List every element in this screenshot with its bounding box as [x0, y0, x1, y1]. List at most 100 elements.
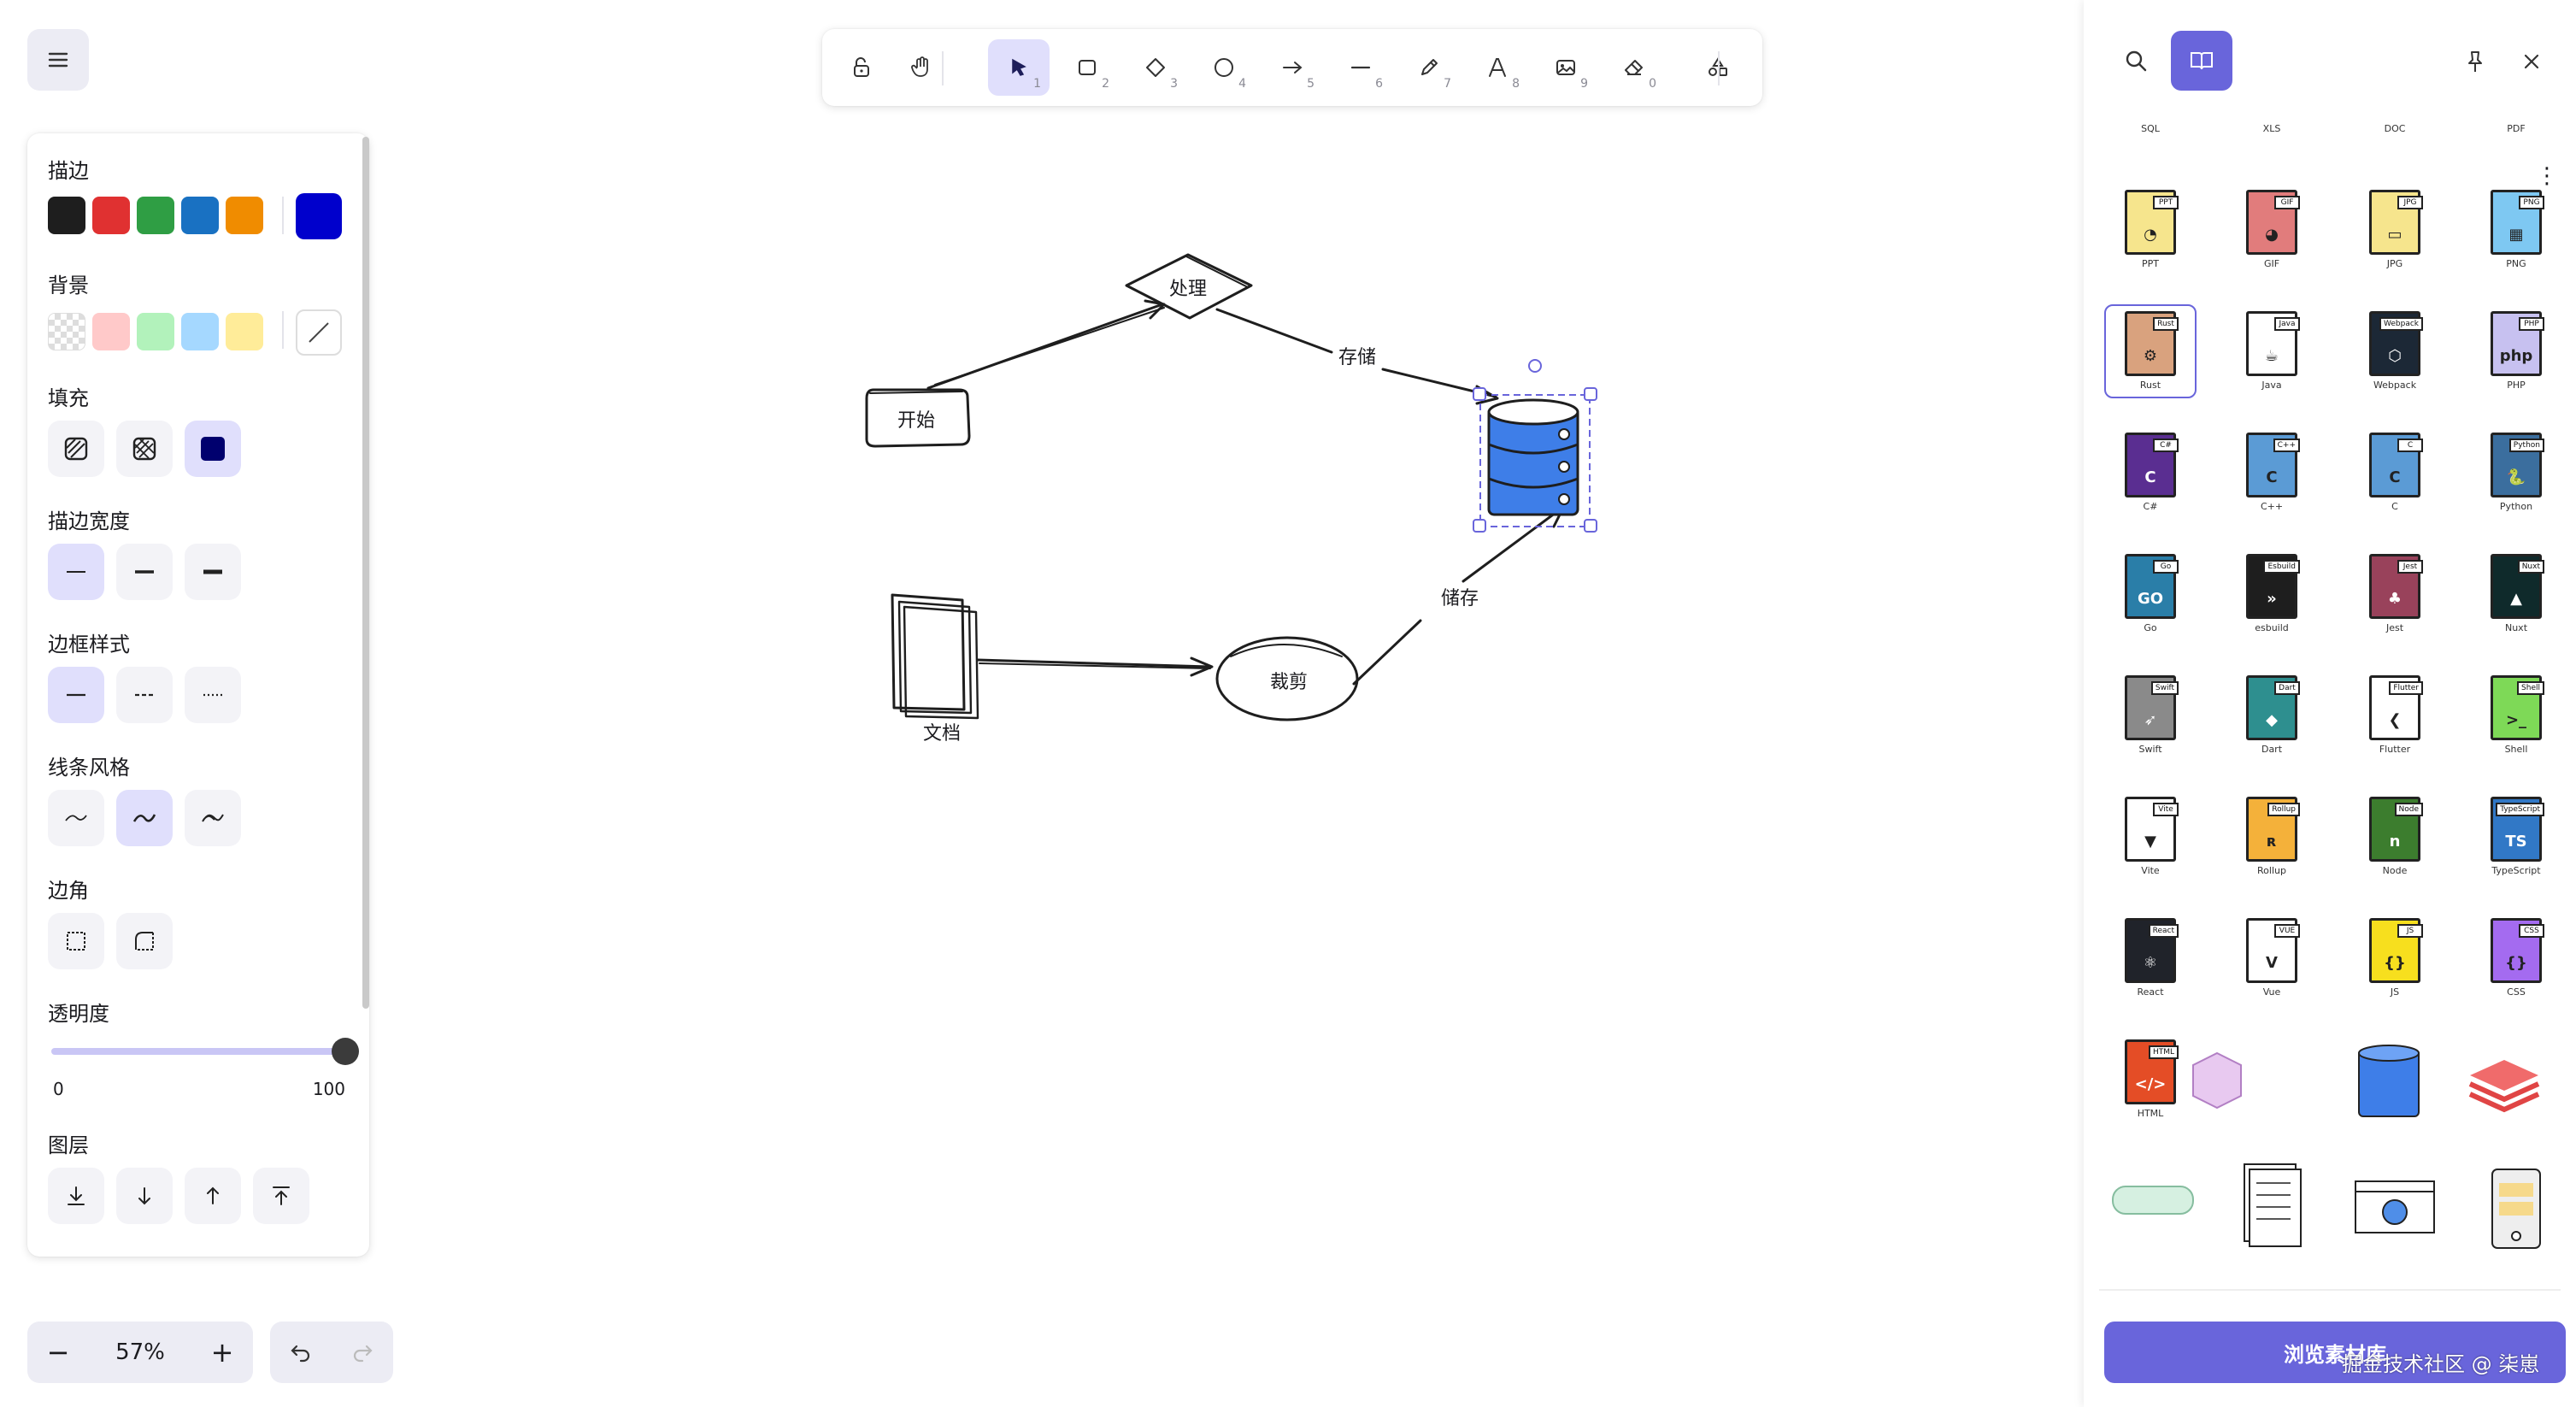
library-item[interactable]: Webpack ⬡ Webpack [2354, 311, 2436, 391]
file-type-glyph: C [2144, 468, 2156, 486]
library-book-button[interactable] [2171, 31, 2232, 91]
library-item[interactable]: PHP php PHP [2475, 311, 2557, 391]
library-item[interactable]: Swift ➶ Swift [2109, 675, 2191, 756]
library-item[interactable]: JPG ▭ JPG [2354, 190, 2436, 270]
library-item[interactable]: React ⚛ React [2109, 918, 2191, 998]
file-type-glyph: >_ [2505, 711, 2527, 729]
hexagon-item [2192, 1051, 2242, 1110]
library-item[interactable]: GIF ◕ GIF [2231, 190, 2313, 270]
start-node-label: 开始 [897, 410, 936, 432]
document-stack-icon [2244, 1163, 2302, 1247]
library-item[interactable]: Python 🐍 Python [2475, 433, 2557, 513]
crop-store-arrow-label: 储存 [1441, 583, 1479, 610]
library-item-label: PHP [2507, 380, 2526, 391]
library-item[interactable]: Java ☕ Java [2231, 311, 2313, 391]
library-item[interactable]: Rust ⚙ Rust [2104, 304, 2197, 398]
library-item-label: DOC [2384, 123, 2406, 134]
zoom-in-button[interactable]: + [191, 1322, 253, 1383]
file-type-glyph: 🐍 [2506, 468, 2526, 486]
library-item-label: PDF [2507, 123, 2526, 134]
file-type-glyph: ʀ [2267, 833, 2277, 851]
zoom-controls: − 57% + [27, 1322, 253, 1383]
file-type-tag: C [2397, 439, 2423, 452]
library-item[interactable]: Vite ▼ Vite [2109, 797, 2191, 877]
file-type-icon: Node n [2369, 797, 2423, 862]
file-type-glyph: ❮ [2388, 711, 2402, 729]
file-type-icon: Rollup ʀ [2246, 797, 2300, 862]
file-type-glyph: php [2499, 347, 2533, 365]
library-item[interactable]: C# C C# [2109, 433, 2191, 513]
library-item[interactable]: Flutter ❮ Flutter [2354, 675, 2436, 756]
file-type-icon: Vite ▼ [2125, 797, 2179, 862]
library-item[interactable]: CSS {} CSS [2475, 918, 2557, 998]
file-type-tag: VUE [2274, 924, 2300, 938]
library-item[interactable]: PPT ◔ PPT [2109, 190, 2191, 270]
library-search-button[interactable] [2106, 31, 2166, 91]
library-item[interactable]: Nuxt ▲ Nuxt [2475, 554, 2557, 634]
library-item[interactable]: Jest ♣ Jest [2354, 554, 2436, 634]
search-icon [2126, 50, 2147, 72]
watermark-text: 掘金技术社区 @ 柒崽 [2342, 1352, 2540, 1376]
library-item[interactable]: Go GO Go [2109, 554, 2191, 634]
file-type-icon: CC [2369, 433, 2423, 497]
file-type-glyph: ◔ [2144, 226, 2157, 244]
library-item[interactable]: XLS [2231, 120, 2313, 135]
library-item-label: JPG [2386, 258, 2403, 269]
library-item[interactable]: Node n Node [2354, 797, 2436, 877]
library-item-label: Swift [2138, 744, 2162, 755]
file-type-glyph: ➶ [2144, 711, 2157, 729]
file-type-tag: Jest [2397, 560, 2423, 574]
library-item-label: PNG [2506, 258, 2526, 269]
file-type-icon: JS {} [2369, 918, 2423, 983]
library-item[interactable]: Dart ◆ Dart [2231, 675, 2313, 756]
file-type-icon: PPT ◔ [2125, 190, 2179, 255]
library-item[interactable]: Rollup ʀ Rollup [2231, 797, 2313, 877]
library-item[interactable]: C++ C C++ [2231, 433, 2313, 513]
more-options-button[interactable]: ⋮ [2530, 159, 2564, 193]
file-type-icon: C++ C [2246, 433, 2300, 497]
file-type-glyph: ♣ [2387, 590, 2403, 608]
pin-icon [2468, 51, 2482, 72]
history-controls [270, 1322, 393, 1383]
drawing-canvas[interactable] [0, 0, 2085, 1407]
library-item-label: Python [2499, 501, 2533, 512]
file-type-tag: C++ [2273, 439, 2300, 452]
library-item-label: Shell [2504, 744, 2528, 755]
layers-item [2468, 1060, 2540, 1113]
file-type-glyph: C [2266, 468, 2278, 486]
redo-icon [353, 1345, 373, 1363]
library-item[interactable]: TypeScript TS TypeScript [2475, 797, 2557, 877]
library-item[interactable]: SQL [2109, 120, 2191, 135]
library-item[interactable]: Esbuild » esbuild [2231, 554, 2313, 634]
file-type-glyph: V [2266, 954, 2278, 972]
file-type-glyph: TS [2505, 833, 2527, 851]
close-icon [2524, 54, 2539, 69]
file-type-glyph: ▦ [2508, 226, 2524, 244]
file-type-glyph: {} [2505, 954, 2527, 972]
file-type-glyph: ◕ [2265, 226, 2279, 244]
zoom-level[interactable]: 57% [89, 1322, 191, 1383]
file-type-icon: TypeScript TS [2491, 797, 2544, 862]
file-type-tag: Vite [2153, 803, 2179, 816]
pin-button[interactable] [2451, 38, 2499, 85]
close-library-button[interactable] [2508, 38, 2555, 85]
library-item[interactable]: Shell >_ Shell [2475, 675, 2557, 756]
library-item[interactable]: VUE V Vue [2231, 918, 2313, 998]
library-item[interactable]: PDF [2475, 120, 2557, 135]
library-item[interactable]: DOC [2354, 120, 2436, 135]
library-item-label: C++ [2260, 501, 2284, 512]
library-item[interactable]: JS {} JS [2354, 918, 2436, 998]
library-item[interactable]: CCC [2354, 433, 2436, 513]
zoom-out-button[interactable]: − [27, 1322, 89, 1383]
undo-icon [291, 1345, 310, 1363]
library-shapes-row-2 [2112, 1163, 2541, 1249]
undo-button[interactable] [270, 1322, 332, 1383]
browser-window-icon [2355, 1180, 2435, 1233]
library-item[interactable]: PNG ▦ PNG [2475, 190, 2557, 270]
library-item-label: Jest [2385, 622, 2404, 633]
file-type-tag: React [2148, 924, 2179, 938]
library-item-label: Go [2144, 622, 2157, 633]
file-type-tag: Flutter [2389, 681, 2423, 695]
file-type-tag: Webpack [2379, 317, 2423, 331]
redo-button[interactable] [332, 1322, 393, 1383]
